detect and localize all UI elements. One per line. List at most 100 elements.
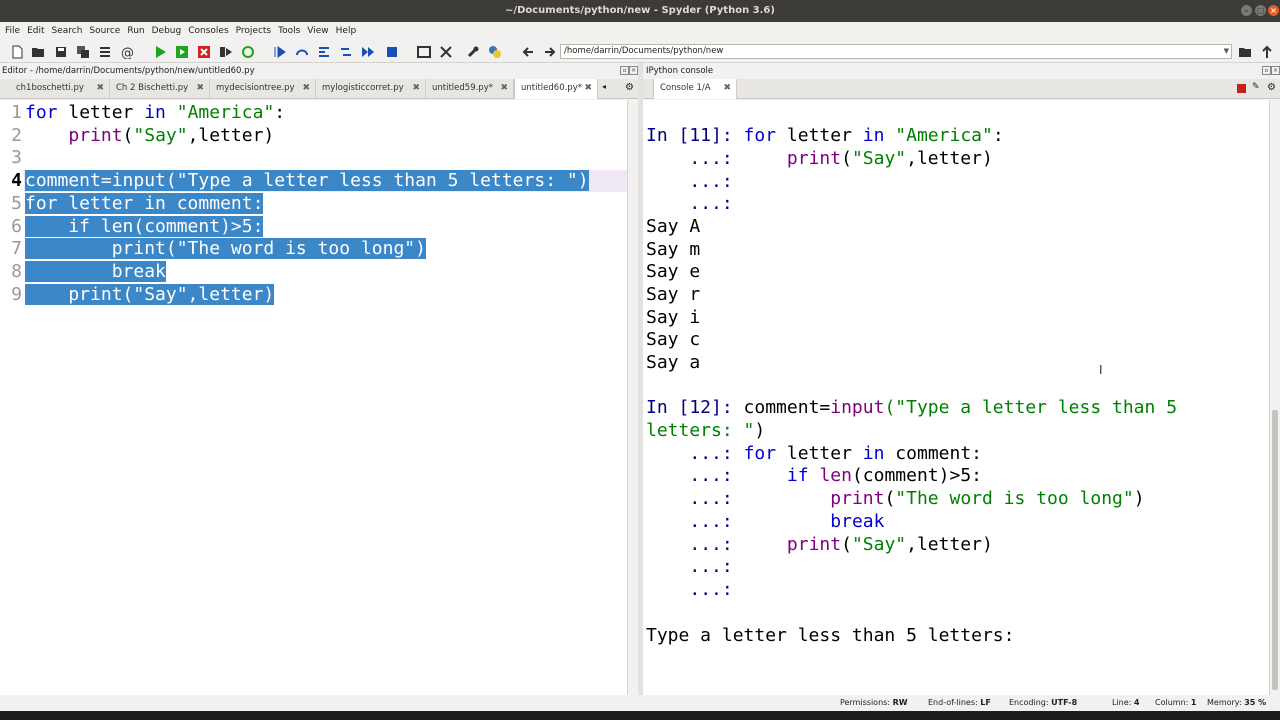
browse-folder-icon[interactable] — [1237, 44, 1252, 59]
console-output: Say A — [646, 216, 701, 237]
menu-file[interactable]: File — [4, 26, 26, 36]
tab-ch2-bischetti[interactable]: Ch 2 Bischetti.py ✖ — [110, 79, 210, 98]
code-editor[interactable]: 1 2 3 4 5 6 7 8 9 for letter in "America… — [0, 100, 638, 695]
close-pane-icon[interactable]: × — [1271, 66, 1280, 75]
console-output: Say i — [646, 307, 701, 328]
status-memory: Memory: 35 % — [1207, 698, 1267, 707]
run-selection-icon[interactable] — [218, 44, 233, 59]
menu-search[interactable]: Search — [51, 26, 89, 36]
continue-icon[interactable] — [360, 44, 375, 59]
status-permissions: Permissions: RW — [840, 698, 908, 707]
maximize-pane-icon[interactable] — [416, 44, 431, 59]
undock-icon[interactable]: ▫ — [1262, 66, 1271, 75]
tab-scroll-left-icon[interactable]: ◂ — [602, 82, 606, 91]
gear-icon[interactable]: ⚙ — [1267, 82, 1276, 93]
list-icon[interactable] — [97, 44, 112, 59]
parent-directory-icon[interactable] — [1259, 44, 1274, 59]
at-icon[interactable]: @ — [119, 44, 134, 59]
open-file-icon[interactable] — [30, 44, 45, 59]
tab-label: mylogisticcorret.py — [322, 83, 404, 93]
menu-debug[interactable]: Debug — [151, 26, 188, 36]
console-pane-title: IPython console — [646, 66, 714, 76]
menu-help[interactable]: Help — [335, 26, 363, 36]
tab-untitled59[interactable]: untitled59.py* ✖ — [426, 79, 514, 98]
code-line-selected: if len(comment)>5: — [25, 216, 264, 237]
line-number: 3 — [11, 147, 22, 168]
line-number: 2 — [11, 125, 22, 146]
code-line-selected: for letter in comment: — [25, 193, 264, 214]
run-cell-icon[interactable] — [174, 44, 189, 59]
close-icon[interactable]: ✖ — [96, 79, 104, 98]
close-icon[interactable]: × — [1268, 5, 1279, 16]
console-input-prompt[interactable]: Type a letter less than 5 letters: — [646, 625, 1014, 648]
menu-edit[interactable]: Edit — [26, 26, 50, 36]
save-all-icon[interactable] — [75, 44, 90, 59]
close-pane-icon[interactable]: × — [629, 66, 638, 75]
line-number: 7 — [11, 238, 22, 259]
tab-label: Ch 2 Bischetti.py — [116, 83, 189, 93]
console-line: ...: — [689, 556, 733, 577]
run-cell-advance-icon[interactable] — [196, 44, 211, 59]
console-output: Say m — [646, 239, 701, 260]
svg-text:@: @ — [121, 46, 134, 59]
code-line-selected: comment=input("Type a letter less than 5… — [25, 170, 589, 191]
step-return-icon[interactable] — [338, 44, 353, 59]
text-cursor-icon: I — [1099, 363, 1103, 377]
console-scrollbar-thumb[interactable] — [1272, 410, 1278, 690]
close-icon[interactable]: ✖ — [584, 79, 592, 98]
new-file-icon[interactable] — [9, 44, 24, 59]
line-number: 5 — [11, 193, 22, 214]
console-output: Say r — [646, 284, 701, 305]
minimize-icon[interactable]: – — [1241, 5, 1252, 16]
editor-scrollbar[interactable] — [627, 100, 638, 695]
forward-arrow-icon[interactable] — [542, 44, 557, 59]
tab-ch1boschetti[interactable]: ch1boschetti.py ✖ — [10, 79, 110, 98]
tab-console-1a[interactable]: Console 1/A ✖ — [653, 79, 737, 99]
console-tabbar: Console 1/A ✖ ✎ ⚙ — [643, 79, 1280, 99]
ipython-console[interactable]: In [11]: for letter in "America": ...: p… — [643, 100, 1269, 695]
close-icon[interactable]: ✖ — [412, 79, 420, 98]
console-output: Say e — [646, 261, 701, 282]
gear-icon[interactable]: ⚙ — [625, 82, 634, 93]
tab-mydecisiontree[interactable]: mydecisiontree.py ✖ — [210, 79, 316, 98]
console-line: ...: print("The word is too long") — [689, 488, 1145, 509]
close-icon[interactable]: ✖ — [302, 79, 310, 98]
back-arrow-icon[interactable] — [520, 44, 535, 59]
chevron-down-icon[interactable]: ▼ — [1224, 45, 1229, 58]
stop-kernel-icon[interactable] — [1237, 84, 1246, 93]
close-icon[interactable]: ✖ — [500, 79, 508, 98]
console-scrollbar[interactable] — [1269, 100, 1280, 695]
stop-icon[interactable] — [384, 44, 399, 59]
undock-icon[interactable]: ▫ — [620, 66, 629, 75]
code-line-selected: print("Say",letter) — [25, 284, 275, 305]
python-path-icon[interactable] — [487, 44, 502, 59]
working-directory-input[interactable]: /home/darrin/Documents/python/new ▼ — [560, 44, 1232, 59]
maximize-icon[interactable]: □ — [1255, 5, 1266, 16]
tab-mylogisticcorret[interactable]: mylogisticcorret.py ✖ — [316, 79, 426, 98]
console-output: Say a — [646, 352, 701, 373]
save-icon[interactable] — [53, 44, 68, 59]
rerun-icon[interactable] — [240, 44, 255, 59]
status-column: Column: 1 — [1155, 698, 1197, 707]
debug-icon[interactable] — [272, 44, 287, 59]
fullscreen-icon[interactable] — [438, 44, 453, 59]
menu-run[interactable]: Run — [126, 26, 150, 36]
run-icon[interactable] — [152, 44, 167, 59]
code-line: for letter in "America": — [25, 102, 286, 123]
line-number: 4 — [11, 170, 22, 191]
tab-untitled60[interactable]: untitled60.py* ✖ — [514, 79, 598, 99]
menu-tools[interactable]: Tools — [277, 26, 306, 36]
close-icon[interactable]: ✖ — [723, 79, 731, 98]
menu-projects[interactable]: Projects — [235, 26, 277, 36]
menu-view[interactable]: View — [306, 26, 334, 36]
menu-consoles[interactable]: Consoles — [187, 26, 234, 36]
tab-label: mydecisiontree.py — [216, 83, 295, 93]
edit-icon[interactable]: ✎ — [1252, 82, 1260, 92]
wrench-icon[interactable] — [465, 44, 480, 59]
console-line: ...: — [689, 193, 733, 214]
close-icon[interactable]: ✖ — [196, 79, 204, 98]
step-icon[interactable] — [294, 44, 309, 59]
menu-source[interactable]: Source — [88, 26, 126, 36]
step-into-icon[interactable] — [316, 44, 331, 59]
status-encoding: Encoding: UTF-8 — [1009, 698, 1078, 707]
